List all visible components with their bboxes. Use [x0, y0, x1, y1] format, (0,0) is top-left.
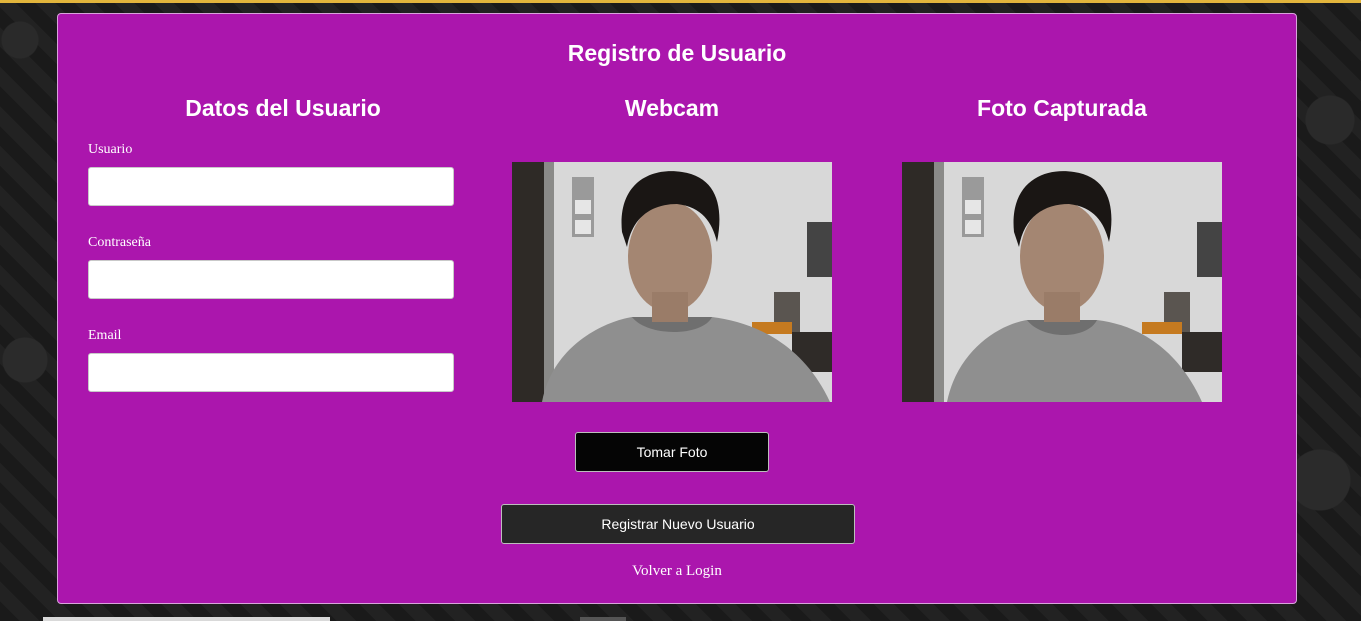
take-photo-button[interactable]: Tomar Foto	[575, 432, 769, 472]
scrollbar-marker	[580, 617, 626, 621]
webcam-heading: Webcam	[624, 95, 720, 121]
back-to-login-link[interactable]: Volver a Login	[58, 563, 1296, 580]
horizontal-scrollbar[interactable]	[43, 617, 330, 621]
page-title: Registro de Usuario	[567, 40, 787, 66]
captured-photo-heading: Foto Capturada	[977, 95, 1147, 121]
top-accent-line	[0, 0, 1361, 3]
webcam-feed	[512, 162, 832, 402]
username-label: Usuario	[88, 142, 133, 157]
captured-photo	[902, 162, 1222, 402]
captured-image	[902, 162, 1222, 402]
webcam-image	[512, 162, 832, 402]
password-label: Contraseña	[88, 235, 151, 250]
password-input[interactable]	[88, 260, 454, 299]
user-data-heading: Datos del Usuario	[185, 95, 381, 121]
register-button[interactable]: Registrar Nuevo Usuario	[501, 504, 855, 544]
email-label: Email	[88, 328, 122, 343]
email-input[interactable]	[88, 353, 454, 392]
username-input[interactable]	[88, 167, 454, 206]
registration-card: Registro de Usuario Datos del Usuario We…	[57, 13, 1297, 604]
